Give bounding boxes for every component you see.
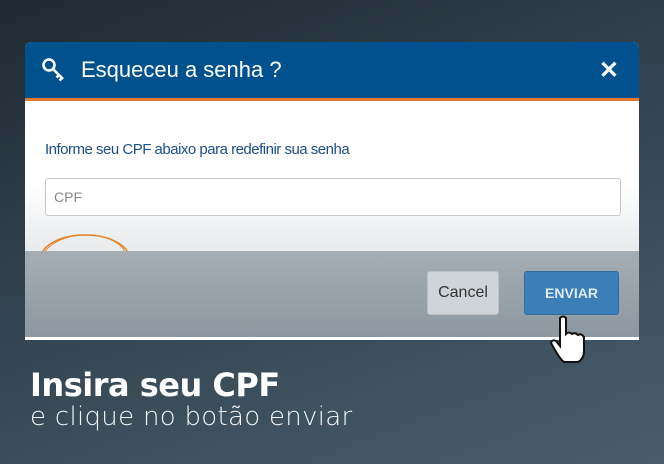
send-button[interactable]: ENVIAR [524,271,619,315]
cancel-button[interactable]: Cancel [427,271,499,315]
hand-cursor-icon [549,315,585,363]
dialog-header: Esqueceu a senha ? ✕ [25,42,639,101]
caption-subline: e clique no botão enviar [30,402,353,432]
caption-headline: Insira seu CPF [30,366,280,404]
dialog-footer: Cancel ENVIAR [25,251,639,337]
forgot-password-dialog: Esqueceu a senha ? ✕ Informe seu CPF aba… [25,42,639,340]
instruction-label: Informe seu CPF abaixo para redefinir su… [45,141,350,158]
close-icon[interactable]: ✕ [599,56,619,85]
key-icon [42,58,64,82]
dialog-body: Informe seu CPF abaixo para redefinir su… [25,101,639,284]
dialog-title: Esqueceu a senha ? [81,57,282,82]
cpf-input[interactable] [45,178,621,216]
